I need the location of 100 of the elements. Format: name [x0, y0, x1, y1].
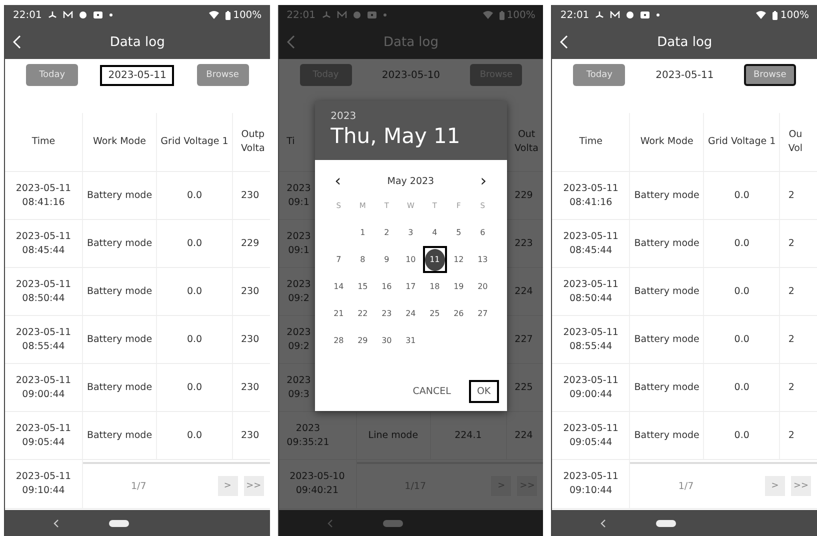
calendar-day[interactable]: 28 [328, 330, 350, 352]
date-field[interactable]: 2023-05-11 [100, 64, 174, 86]
calendar-day[interactable]: 6 [472, 222, 494, 244]
next-month-button[interactable]: › [478, 173, 489, 189]
status-time: 22:01 [286, 10, 316, 20]
table-cell: 2 [788, 428, 794, 442]
column-header: Time [579, 135, 602, 149]
status-time: 22:01 [13, 10, 42, 20]
calendar-day[interactable]: 8 [352, 248, 374, 270]
date-field[interactable]: 2023-05-11 [648, 64, 722, 86]
fan-icon [595, 10, 604, 20]
calendar-day[interactable]: 3 [400, 222, 422, 244]
table-cell: 2023-05-11 09:10:44 [563, 470, 618, 498]
calendar-day[interactable]: 14 [328, 276, 350, 298]
table-cell: 227 [514, 332, 533, 346]
page-indicator: 1/7 [678, 480, 694, 492]
table-cell: Line mode [368, 428, 418, 442]
calendar-day[interactable]: 1 [352, 222, 374, 244]
table-cell: 2023 09:2 [286, 326, 311, 354]
dot-icon [108, 13, 113, 17]
table-cell: Battery mode [86, 428, 152, 442]
cancel-button[interactable]: CANCEL [404, 380, 459, 403]
table-cell: 225 [514, 380, 533, 394]
calendar-day[interactable]: 7 [328, 248, 350, 270]
column-header: Grid Voltage 1 [708, 135, 776, 149]
calendar-day[interactable]: 22 [352, 302, 374, 324]
calendar-day[interactable]: 21 [328, 302, 350, 324]
battery-icon [498, 10, 505, 20]
back-icon[interactable] [53, 518, 59, 528]
calendar-day[interactable]: 30 [376, 330, 398, 352]
calendar-day[interactable]: 29 [352, 330, 374, 352]
circle-icon [626, 11, 634, 19]
battery-level: 100% [506, 10, 536, 20]
table-cell: 230 [241, 188, 260, 202]
calendar-day[interactable]: 16 [376, 276, 398, 298]
table-cell: 2023-05-11 08:50:44 [16, 278, 72, 306]
status-time: 22:01 [560, 10, 590, 20]
calendar-day[interactable]: 20 [472, 276, 494, 298]
table-cell: Battery mode [634, 380, 700, 394]
table-cell: 0.0 [186, 236, 202, 250]
calendar-day[interactable]: 25 [424, 302, 446, 324]
table-cell: 0.0 [734, 284, 750, 298]
ok-button[interactable]: OK [468, 380, 499, 403]
calendar-day[interactable]: 31 [400, 330, 422, 352]
calendar-day[interactable]: 12 [448, 248, 470, 270]
table-cell: 2023-05-11 08:55:44 [563, 326, 618, 354]
table-cell: 0.0 [186, 284, 202, 298]
calendar-day[interactable]: 17 [400, 276, 422, 298]
table-cell: Battery mode [634, 188, 700, 202]
dot-icon [382, 13, 386, 17]
table-cell: 2 [788, 284, 794, 298]
column-header: Grid Voltage 1 [160, 135, 228, 149]
picker-date: Thu, May 11 [330, 124, 462, 148]
table-cell: 224.1 [454, 428, 482, 442]
calendar-day[interactable]: 23 [376, 302, 398, 324]
calendar-day[interactable]: 2 [376, 222, 398, 244]
table-cell: 0.0 [186, 428, 202, 442]
table-cell: 0.0 [734, 332, 750, 346]
table-cell: 2 [788, 380, 794, 394]
dot-icon [656, 13, 660, 17]
calendar-day[interactable]: 18 [424, 276, 446, 298]
calendar-day[interactable]: 26 [448, 302, 470, 324]
calendar-day[interactable]: 11 [424, 248, 445, 270]
table-cell: 2023 09:1 [286, 230, 311, 258]
table-cell: 229 [514, 188, 533, 202]
home-pill-icon[interactable] [656, 520, 676, 526]
table-cell: 2023 09:1 [286, 182, 311, 210]
table-cell: 2023-05-11 09:00:44 [563, 374, 618, 402]
home-pill-icon[interactable] [109, 520, 129, 526]
table-cell: 230 [241, 428, 260, 442]
table-cell: 2023 09:2 [286, 278, 311, 306]
calendar-day[interactable]: 19 [448, 276, 470, 298]
table-cell: 0.0 [734, 380, 750, 394]
column-header: Work Mode [93, 135, 146, 149]
calendar-day[interactable]: 27 [472, 302, 494, 324]
calendar-day[interactable]: 13 [472, 248, 494, 270]
back-icon[interactable] [600, 518, 606, 528]
calendar-day[interactable]: 24 [400, 302, 422, 324]
calendar-day[interactable]: 4 [424, 222, 446, 244]
table-cell: 0.0 [734, 428, 750, 442]
table-cell: 2023-05-11 08:41:16 [16, 182, 72, 210]
wifi-icon [756, 11, 766, 19]
table-cell: 2023-05-10 09:40:21 [290, 470, 345, 498]
previous-month-button[interactable]: ‹ [332, 173, 344, 189]
table-cell: 230 [241, 332, 260, 346]
calendar-day[interactable]: 5 [448, 222, 470, 244]
table-cell: 224 [514, 284, 533, 298]
table-cell: Battery mode [634, 236, 700, 250]
calendar-day[interactable]: 15 [352, 276, 374, 298]
column-header: Ou Vol [788, 128, 803, 156]
battery-icon [772, 10, 778, 20]
column-header: Work Mode [640, 135, 694, 149]
table-cell: 2 [788, 332, 794, 346]
table-cell: 224 [514, 428, 533, 442]
circle-icon [352, 11, 360, 19]
table-cell: 0.0 [734, 188, 750, 202]
table-cell: Battery mode [634, 428, 700, 442]
calendar-day[interactable]: 9 [376, 248, 398, 270]
calendar-day[interactable]: 10 [400, 248, 422, 270]
table-cell: 0.0 [186, 380, 202, 394]
